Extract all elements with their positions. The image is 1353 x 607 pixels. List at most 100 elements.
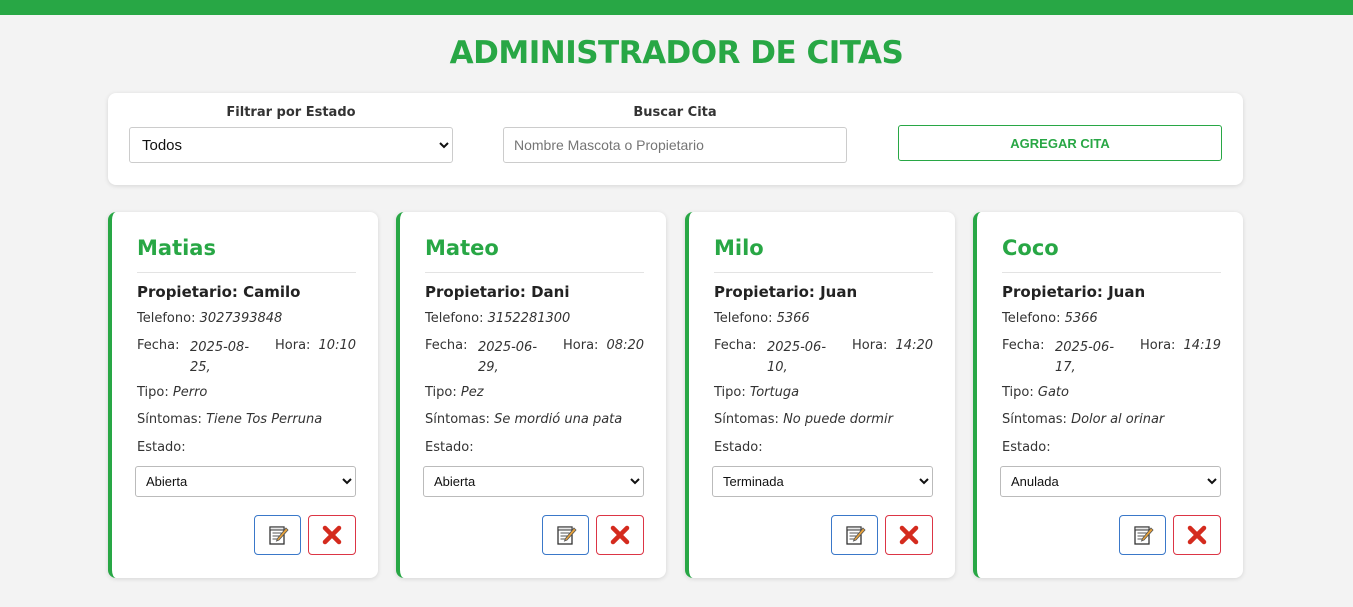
time-label: Hora: (275, 338, 311, 353)
date-value: 2025-06-29, (478, 340, 538, 375)
symptoms-value: No puede dormir (783, 412, 893, 427)
status-select[interactable]: Anulada (1000, 466, 1221, 497)
symptoms-label: Síntomas: (425, 412, 490, 427)
delete-button[interactable] (596, 515, 644, 555)
edit-button[interactable] (542, 515, 589, 555)
appointment-card: Milo Propietario: Juan Telefono: 5366 Fe… (685, 212, 955, 578)
phone-row: Telefono: 5366 (1002, 311, 1098, 326)
delete-button[interactable] (1173, 515, 1221, 555)
phone-value: 3027393848 (199, 311, 283, 326)
type-label: Tipo: (425, 385, 457, 400)
symptoms-label: Síntomas: (1002, 412, 1067, 427)
add-appointment-button[interactable]: AGREGAR CITA (898, 125, 1222, 161)
delete-button[interactable] (308, 515, 356, 555)
state-filter-select[interactable]: Todos (129, 127, 453, 163)
time-label: Hora: (563, 338, 599, 353)
type-row: Tipo: Tortuga (714, 385, 799, 400)
appointment-card: Coco Propietario: Juan Telefono: 5366 Fe… (973, 212, 1243, 578)
status-select[interactable]: Abierta (423, 466, 644, 497)
symptoms-value: Se mordió una pata (494, 412, 623, 427)
phone-value: 5366 (1064, 311, 1098, 326)
state-filter-label: Filtrar por Estado (226, 105, 356, 120)
time-value: 14:19 (1183, 338, 1221, 353)
time-value: 14:20 (895, 338, 933, 353)
phone-label: Telefono: (714, 311, 773, 326)
phone-value: 3152281300 (487, 311, 571, 326)
date-label: Fecha: (425, 338, 468, 353)
date-label: Fecha: (137, 338, 180, 353)
type-value: Gato (1037, 385, 1069, 400)
date-value: 2025-06-17, (1055, 340, 1115, 375)
phone-label: Telefono: (425, 311, 484, 326)
pet-name: Coco (1002, 236, 1059, 260)
top-bar (0, 0, 1353, 15)
owner-name: Propietario: Juan (1002, 283, 1146, 301)
search-label: Buscar Cita (633, 105, 717, 120)
search-input[interactable] (503, 127, 847, 163)
symptoms-label: Síntomas: (137, 412, 202, 427)
type-label: Tipo: (137, 385, 169, 400)
cross-mark-icon (610, 525, 630, 545)
pet-name: Matias (137, 236, 216, 260)
owner-name: Propietario: Camilo (137, 283, 301, 301)
type-label: Tipo: (1002, 385, 1034, 400)
edit-button[interactable] (1119, 515, 1166, 555)
divider (137, 272, 356, 273)
type-label: Tipo: (714, 385, 746, 400)
divider (1002, 272, 1221, 273)
symptoms-row: Síntomas: No puede dormir (714, 412, 893, 427)
type-value: Pez (460, 385, 484, 400)
owner-name: Propietario: Juan (714, 283, 858, 301)
memo-icon (268, 526, 289, 545)
date-label: Fecha: (1002, 338, 1045, 353)
status-label: Estado: (425, 440, 474, 455)
edit-button[interactable] (254, 515, 301, 555)
page-title: ADMINISTRADOR DE CITAS (449, 35, 904, 71)
status-label: Estado: (137, 440, 186, 455)
pet-name: Milo (714, 236, 764, 260)
divider (425, 272, 644, 273)
edit-button[interactable] (831, 515, 878, 555)
symptoms-row: Síntomas: Dolor al orinar (1002, 412, 1164, 427)
phone-row: Telefono: 3027393848 (137, 311, 282, 326)
type-row: Tipo: Pez (425, 385, 484, 400)
pet-name: Mateo (425, 236, 499, 260)
status-select[interactable]: Abierta (135, 466, 356, 497)
status-select[interactable]: Terminada (712, 466, 933, 497)
symptoms-row: Síntomas: Tiene Tos Perruna (137, 412, 322, 427)
phone-label: Telefono: (1002, 311, 1061, 326)
delete-button[interactable] (885, 515, 933, 555)
appointment-card: Mateo Propietario: Dani Telefono: 315228… (396, 212, 666, 578)
phone-value: 5366 (776, 311, 810, 326)
symptoms-row: Síntomas: Se mordió una pata (425, 412, 622, 427)
status-label: Estado: (714, 440, 763, 455)
time-label: Hora: (852, 338, 888, 353)
memo-icon (556, 526, 577, 545)
date-value: 2025-06-10, (767, 340, 827, 375)
type-value: Perro (172, 385, 208, 400)
date-label: Fecha: (714, 338, 757, 353)
phone-label: Telefono: (137, 311, 196, 326)
time-value: 08:20 (606, 338, 644, 353)
time-label: Hora: (1140, 338, 1176, 353)
status-label: Estado: (1002, 440, 1051, 455)
type-value: Tortuga (749, 385, 800, 400)
symptoms-value: Dolor al orinar (1071, 412, 1165, 427)
date-value: 2025-08-25, (190, 340, 250, 375)
type-row: Tipo: Perro (137, 385, 207, 400)
filter-panel: Filtrar por Estado Todos Buscar Cita AGR… (108, 93, 1243, 185)
memo-icon (845, 526, 866, 545)
type-row: Tipo: Gato (1002, 385, 1069, 400)
memo-icon (1133, 526, 1154, 545)
appointment-card: Matias Propietario: Camilo Telefono: 302… (108, 212, 378, 578)
phone-row: Telefono: 3152281300 (425, 311, 570, 326)
phone-row: Telefono: 5366 (714, 311, 810, 326)
symptoms-label: Síntomas: (714, 412, 779, 427)
cross-mark-icon (1187, 525, 1207, 545)
divider (714, 272, 933, 273)
time-value: 10:10 (318, 338, 356, 353)
cross-mark-icon (322, 525, 342, 545)
cross-mark-icon (899, 525, 919, 545)
owner-name: Propietario: Dani (425, 283, 570, 301)
symptoms-value: Tiene Tos Perruna (206, 412, 323, 427)
